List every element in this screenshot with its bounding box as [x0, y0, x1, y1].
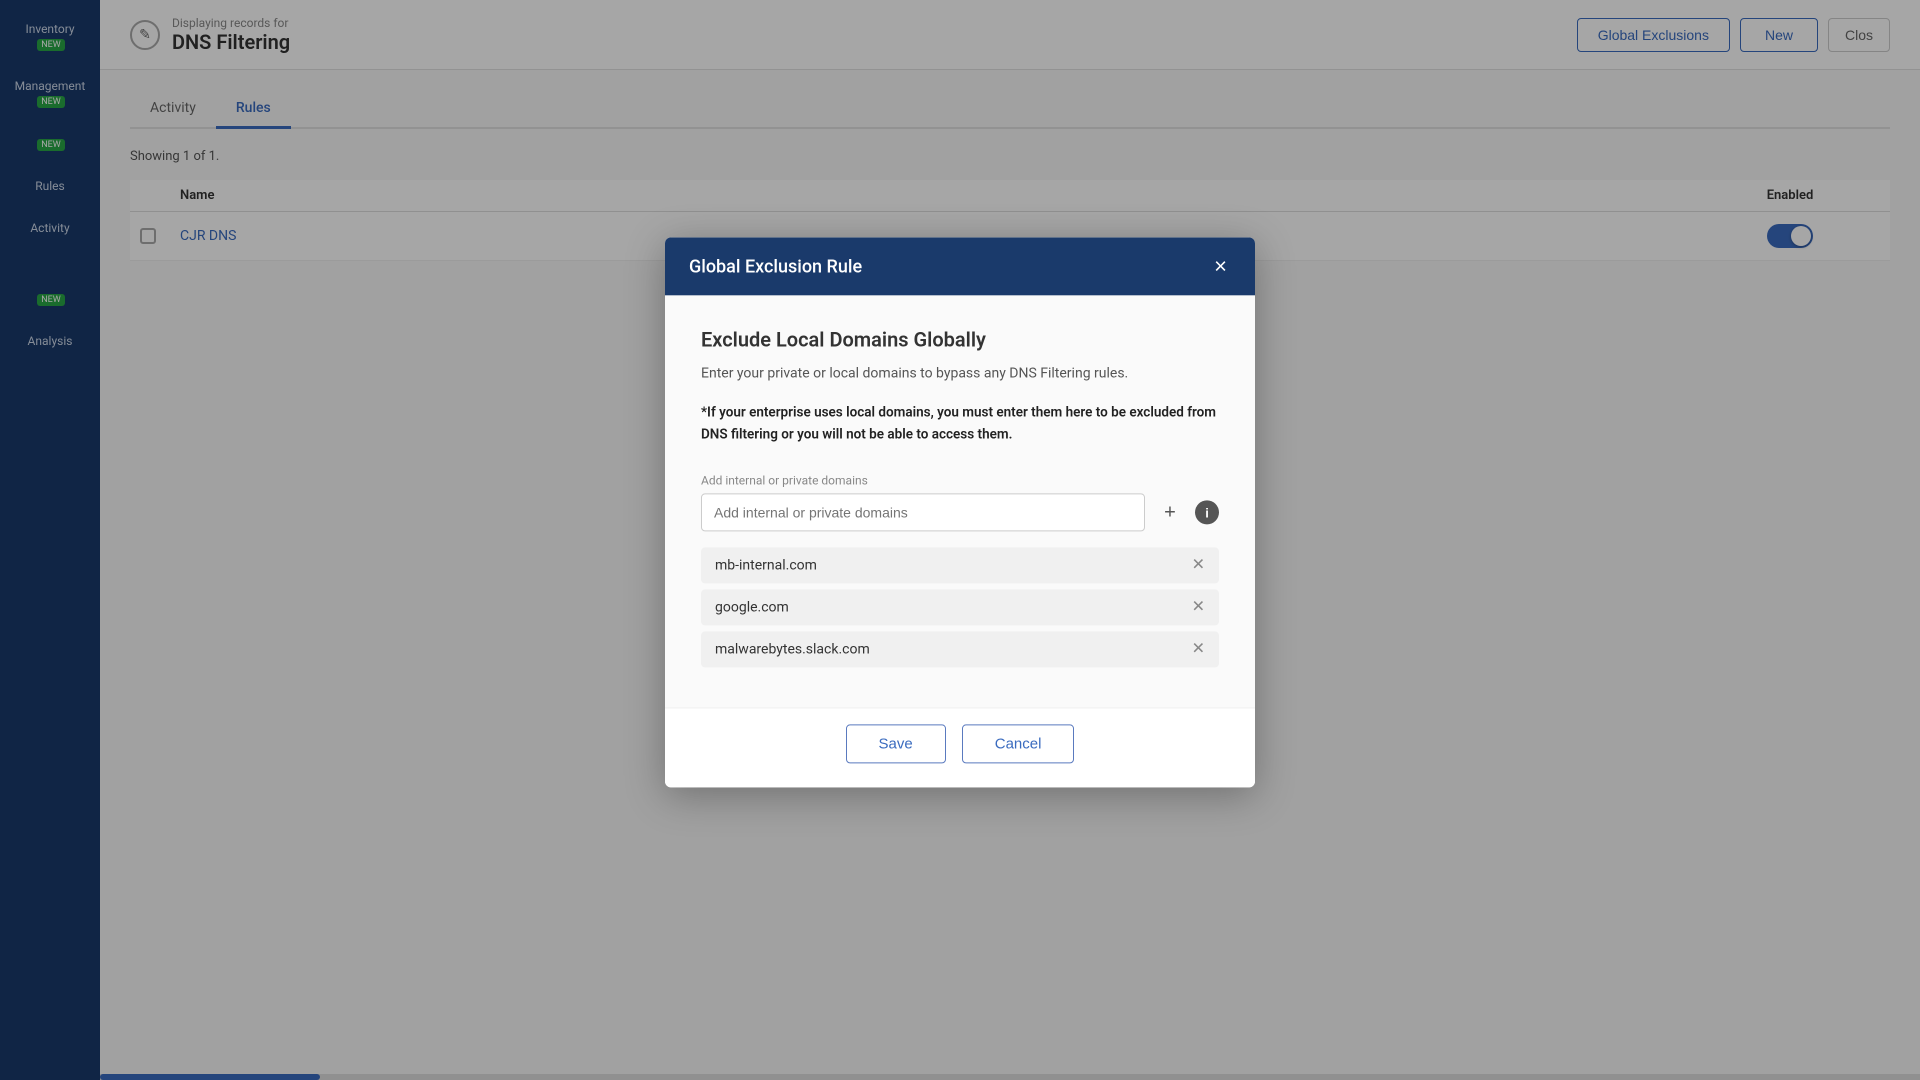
global-exclusion-modal: Global Exclusion Rule × Exclude Local Do…	[665, 237, 1255, 787]
domain-item-1: google.com ✕	[701, 590, 1219, 626]
domain-remove-1[interactable]: ✕	[1192, 600, 1205, 616]
save-button[interactable]: Save	[846, 725, 946, 764]
domain-value-2: malwarebytes.slack.com	[715, 642, 870, 658]
domain-item-0: mb-internal.com ✕	[701, 548, 1219, 584]
modal-footer: Save Cancel	[665, 708, 1255, 788]
modal-header: Global Exclusion Rule ×	[665, 237, 1255, 295]
modal-close-button[interactable]: ×	[1210, 255, 1231, 277]
add-domain-button[interactable]: +	[1153, 496, 1187, 530]
domain-remove-0[interactable]: ✕	[1192, 558, 1205, 574]
modal-warning: *If your enterprise uses local domains, …	[701, 402, 1219, 445]
info-button[interactable]: i	[1195, 501, 1219, 525]
domain-value-1: google.com	[715, 600, 789, 616]
domain-item-2: malwarebytes.slack.com ✕	[701, 632, 1219, 668]
domain-value-0: mb-internal.com	[715, 558, 817, 574]
domain-input-label: Add internal or private domains	[701, 474, 1219, 488]
cancel-button[interactable]: Cancel	[962, 725, 1075, 764]
domain-list: mb-internal.com ✕ google.com ✕ malwareby…	[701, 548, 1219, 668]
modal-title: Global Exclusion Rule	[689, 256, 862, 277]
domain-remove-2[interactable]: ✕	[1192, 642, 1205, 658]
domain-input-row: + i	[701, 494, 1219, 532]
modal-description: Enter your private or local domains to b…	[701, 363, 1219, 384]
modal-body: Exclude Local Domains Globally Enter you…	[665, 295, 1255, 707]
domain-input[interactable]	[701, 494, 1145, 532]
modal-section-title: Exclude Local Domains Globally	[701, 327, 1219, 351]
